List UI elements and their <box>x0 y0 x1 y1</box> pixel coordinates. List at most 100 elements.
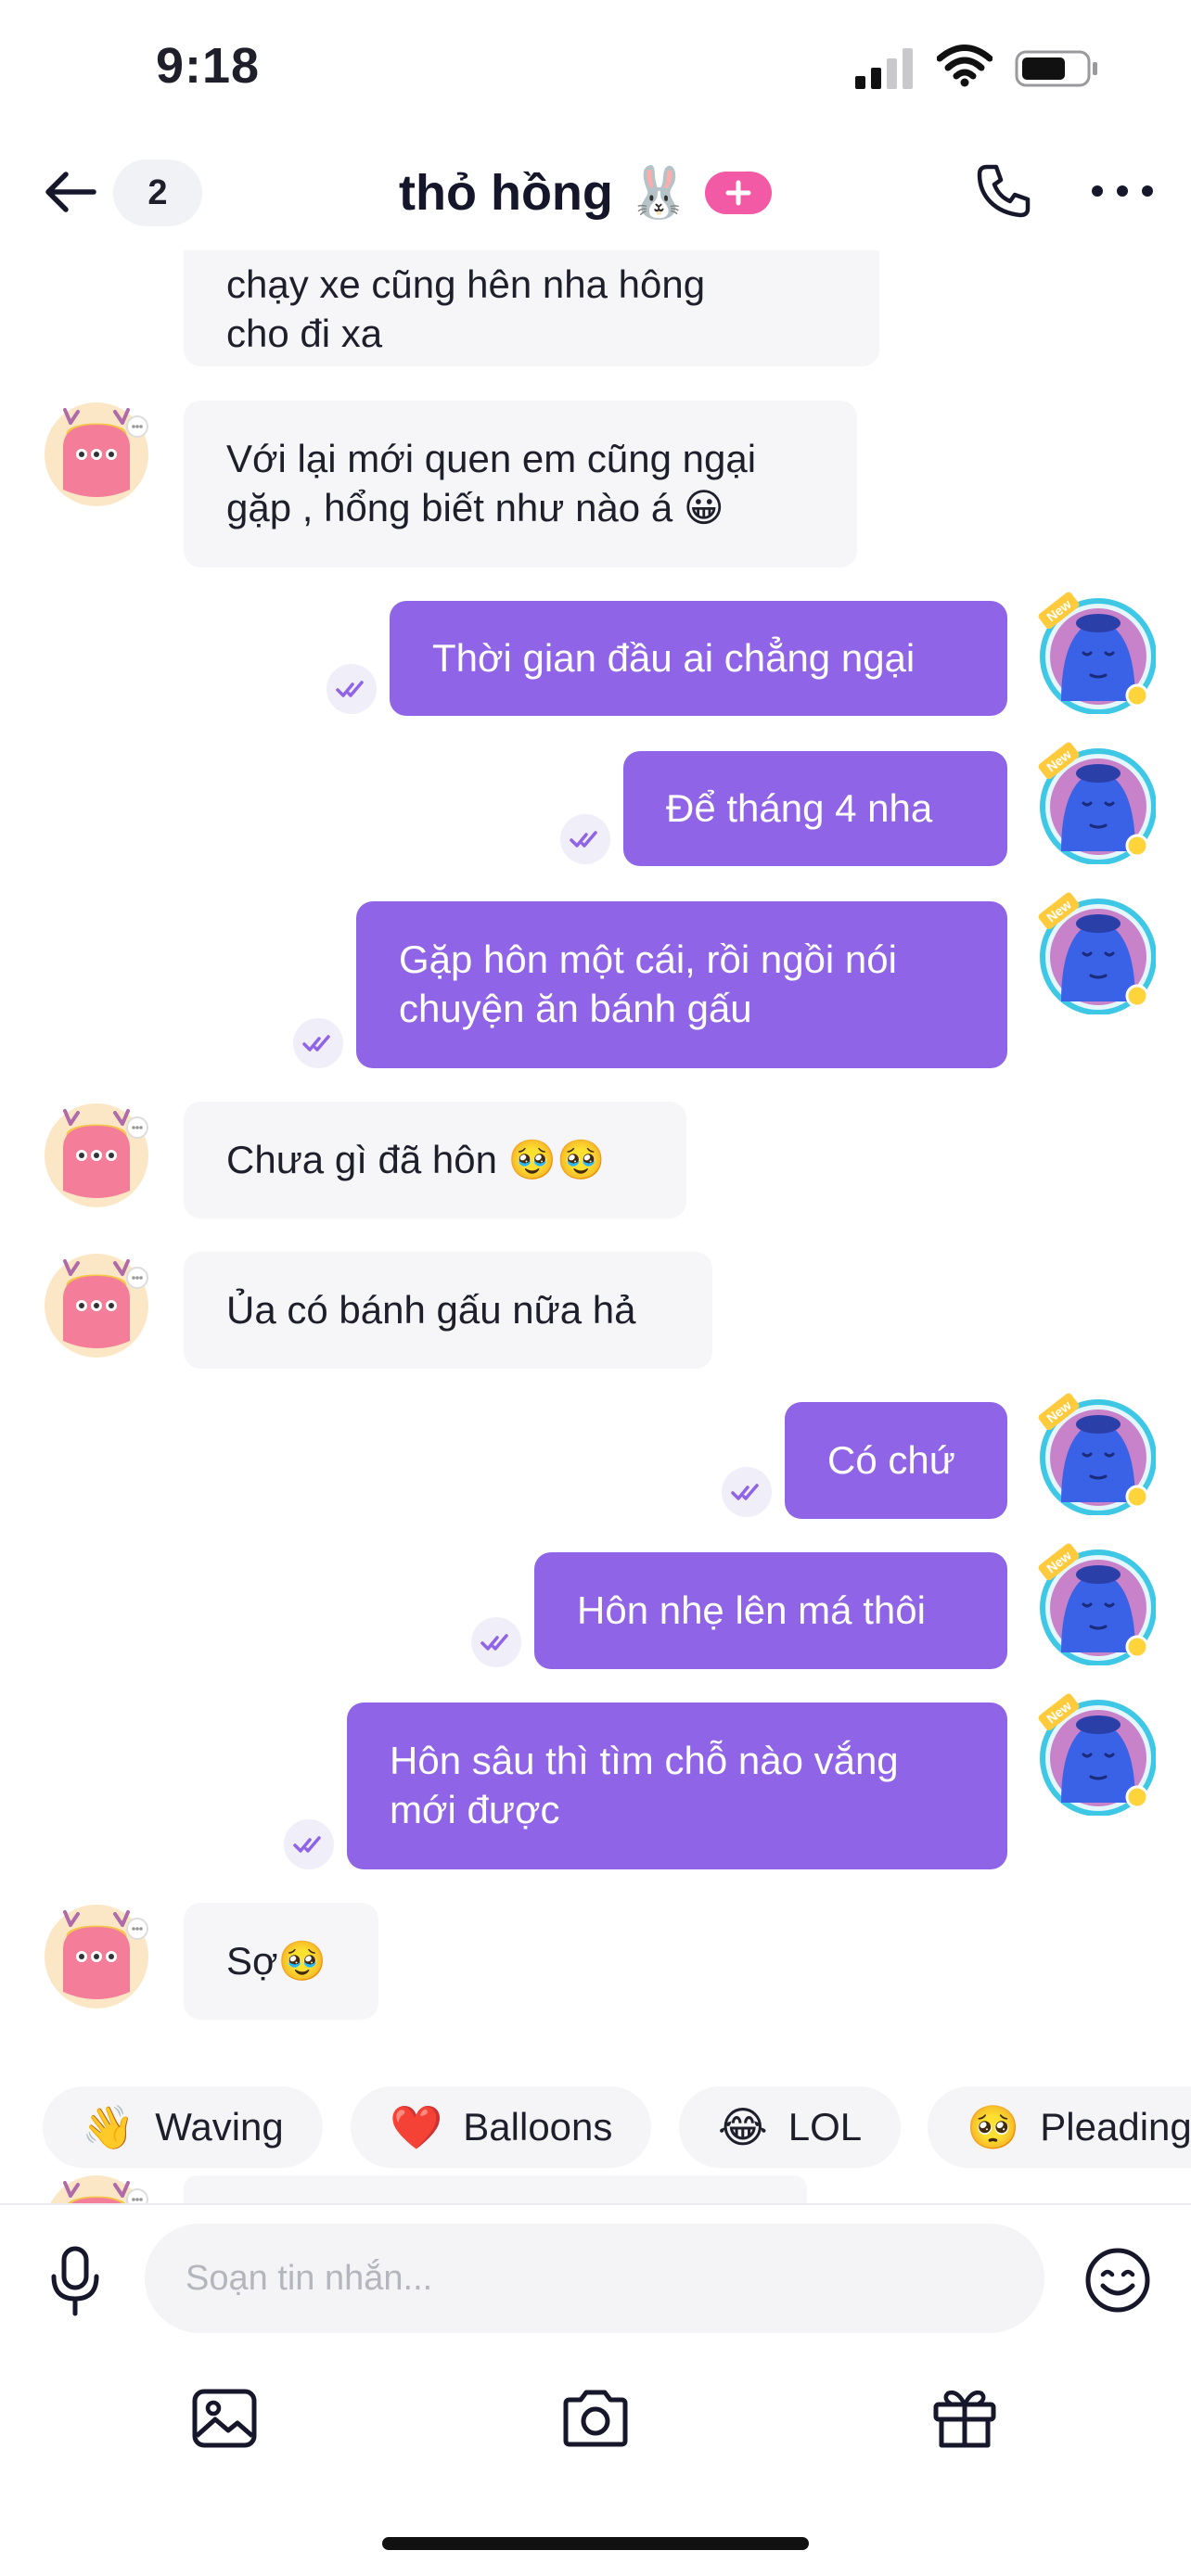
partial-contact-avatar <box>43 2174 150 2203</box>
plus-icon <box>725 180 751 206</box>
message-text-line: Để tháng 4 nha <box>666 786 933 830</box>
reaction-label: Balloons <box>463 2105 613 2149</box>
blue-face-avatar-icon: New <box>1038 1393 1157 1516</box>
add-friend-button[interactable] <box>705 172 773 214</box>
gift-icon <box>933 2391 996 2448</box>
double-check-icon <box>480 1634 508 1651</box>
blue-face-avatar-icon: New <box>1038 742 1157 865</box>
message-text-line: Ủa có bánh gấu nữa hả <box>226 1288 636 1332</box>
double-check-icon <box>302 1035 330 1052</box>
partial-message-bubble <box>184 2175 807 2203</box>
incoming-message[interactable]: chạy xe cũng hên nha hông cho đi xa <box>184 250 879 366</box>
outgoing-message[interactable]: Hôn sâu thì tìm chỗ nào vắng mới được <box>347 1702 1007 1869</box>
my-avatar[interactable]: New <box>1033 892 1157 1015</box>
message-text-line: Chưa gì đã hôn 🥹🥹 <box>226 1138 606 1181</box>
message-text-line: gặp , hổng biết như nào á 😀 <box>226 486 724 529</box>
reaction-chip-balloons[interactable]: ❤️ Balloons <box>351 2086 652 2168</box>
back-button[interactable] <box>37 159 102 224</box>
waving-hand-icon: 👋 <box>82 2102 135 2151</box>
my-avatar[interactable]: New <box>1033 1543 1157 1666</box>
outgoing-message[interactable]: Thời gian đầu ai chẳng ngại <box>390 601 1007 716</box>
reaction-chip-lol[interactable]: 😂 LOL <box>679 2086 902 2168</box>
read-receipt-icon <box>560 814 610 864</box>
my-avatar[interactable]: New <box>1033 742 1157 865</box>
reaction-chip-pleading[interactable]: 🥺 Pleading <box>928 2086 1191 2168</box>
double-check-icon <box>293 1836 321 1853</box>
smiley-icon <box>1085 2248 1150 2313</box>
chat-title: thỏ hồng <box>399 165 613 221</box>
status-time: 9:18 <box>156 38 261 94</box>
camera-button[interactable] <box>558 2383 633 2454</box>
emoji-button[interactable] <box>1082 2244 1154 2316</box>
chat-title-group[interactable]: thỏ hồng 🐰 <box>399 158 773 228</box>
read-receipt-icon <box>293 1018 343 1068</box>
pink-monster-avatar-icon <box>45 1254 148 1358</box>
my-avatar[interactable]: New <box>1033 1393 1157 1516</box>
more-dots-icon <box>1092 185 1153 197</box>
reaction-label: LOL <box>788 2105 863 2149</box>
outgoing-message[interactable]: Để tháng 4 nha <box>623 751 1007 866</box>
message-text-line: Hôn nhẹ lên má thôi <box>577 1588 926 1632</box>
contact-avatar[interactable] <box>43 1252 150 1359</box>
gift-button[interactable] <box>929 2383 1000 2454</box>
blue-face-avatar-icon: New <box>1038 1693 1157 1817</box>
message-text-line: Sợ🥹 <box>226 1939 327 1983</box>
pink-monster-avatar-icon <box>45 1103 148 1207</box>
message-list[interactable]: chạy xe cũng hên nha hông cho đi xa Với … <box>0 250 1191 2063</box>
read-receipt-icon <box>327 664 377 714</box>
message-text-line: chuyện ăn bánh gấu <box>399 987 752 1030</box>
incoming-message[interactable]: Ủa có bánh gấu nữa hả <box>184 1252 712 1369</box>
blue-face-avatar-icon: New <box>1038 1543 1157 1666</box>
reaction-label: Waving <box>155 2105 284 2149</box>
message-text-line: Gặp hôn một cái, rồi ngồi nói <box>399 937 897 981</box>
gallery-button[interactable] <box>189 2383 260 2454</box>
incoming-message[interactable]: Sợ🥹 <box>184 1903 378 2020</box>
message-text-line: Hôn sâu thì tìm chỗ nào vắng <box>390 1739 899 1782</box>
read-receipt-icon <box>471 1617 521 1667</box>
quick-reactions-bar[interactable]: 👋 Waving ❤️ Balloons 😂 LOL 🥺 Pleading <box>0 2083 1191 2172</box>
pink-monster-avatar-icon <box>45 402 148 506</box>
read-receipt-icon <box>284 1819 334 1869</box>
call-button[interactable] <box>970 158 1037 224</box>
my-avatar[interactable]: New <box>1033 1693 1157 1817</box>
incoming-message[interactable]: Chưa gì đã hôn 🥹🥹 <box>184 1102 686 1218</box>
message-text-line: chạy xe cũng hên nha hông <box>226 262 706 306</box>
wifi-icon <box>936 45 993 87</box>
home-indicator[interactable] <box>382 2537 809 2550</box>
unread-count-badge[interactable]: 2 <box>113 159 202 226</box>
heart-icon: ❤️ <box>390 2102 443 2151</box>
contact-avatar[interactable] <box>43 401 150 508</box>
pink-monster-avatar-icon <box>50 2175 148 2203</box>
phone-icon <box>977 164 1031 218</box>
outgoing-message[interactable]: Có chứ <box>785 1402 1007 1519</box>
incoming-message[interactable]: Với lại mới quen em cũng ngại gặp , hổng… <box>184 401 857 567</box>
contact-avatar[interactable] <box>43 1903 150 2010</box>
contact-avatar-art <box>43 2174 150 2203</box>
cellular-signal-icon <box>855 48 916 89</box>
more-options-button[interactable] <box>1085 158 1159 224</box>
message-text-line: mới được <box>390 1788 560 1831</box>
double-check-icon <box>570 831 597 848</box>
double-check-icon <box>731 1484 759 1500</box>
reaction-chip-waving[interactable]: 👋 Waving <box>43 2086 323 2168</box>
message-text-line: Với lại mới quen em cũng ngại <box>226 437 757 480</box>
double-check-icon <box>336 681 364 697</box>
outgoing-message[interactable]: Hôn nhẹ lên má thôi <box>534 1552 1007 1669</box>
pleading-face-icon: 🥺 <box>967 2102 1020 2151</box>
laughing-face-icon: 😂 <box>718 2103 768 2151</box>
outgoing-message[interactable]: Gặp hôn một cái, rồi ngồi nói chuyện ăn … <box>356 901 1007 1068</box>
reaction-label: Pleading <box>1040 2105 1191 2149</box>
message-text-line: cho đi xa <box>226 312 383 355</box>
voice-message-button[interactable] <box>43 2244 108 2318</box>
bunny-emoji: 🐰 <box>627 165 691 221</box>
microphone-icon <box>51 2246 99 2316</box>
composer-divider <box>0 2203 1191 2205</box>
message-input[interactable] <box>145 2224 1044 2333</box>
contact-avatar[interactable] <box>43 1102 150 1209</box>
pink-monster-avatar-icon <box>45 1905 148 2009</box>
blue-face-avatar-icon: New <box>1038 892 1157 1015</box>
message-text-line: Có chứ <box>827 1438 955 1482</box>
camera-icon <box>563 2390 628 2447</box>
battery-icon <box>1015 48 1100 89</box>
my-avatar[interactable]: New <box>1033 592 1157 715</box>
